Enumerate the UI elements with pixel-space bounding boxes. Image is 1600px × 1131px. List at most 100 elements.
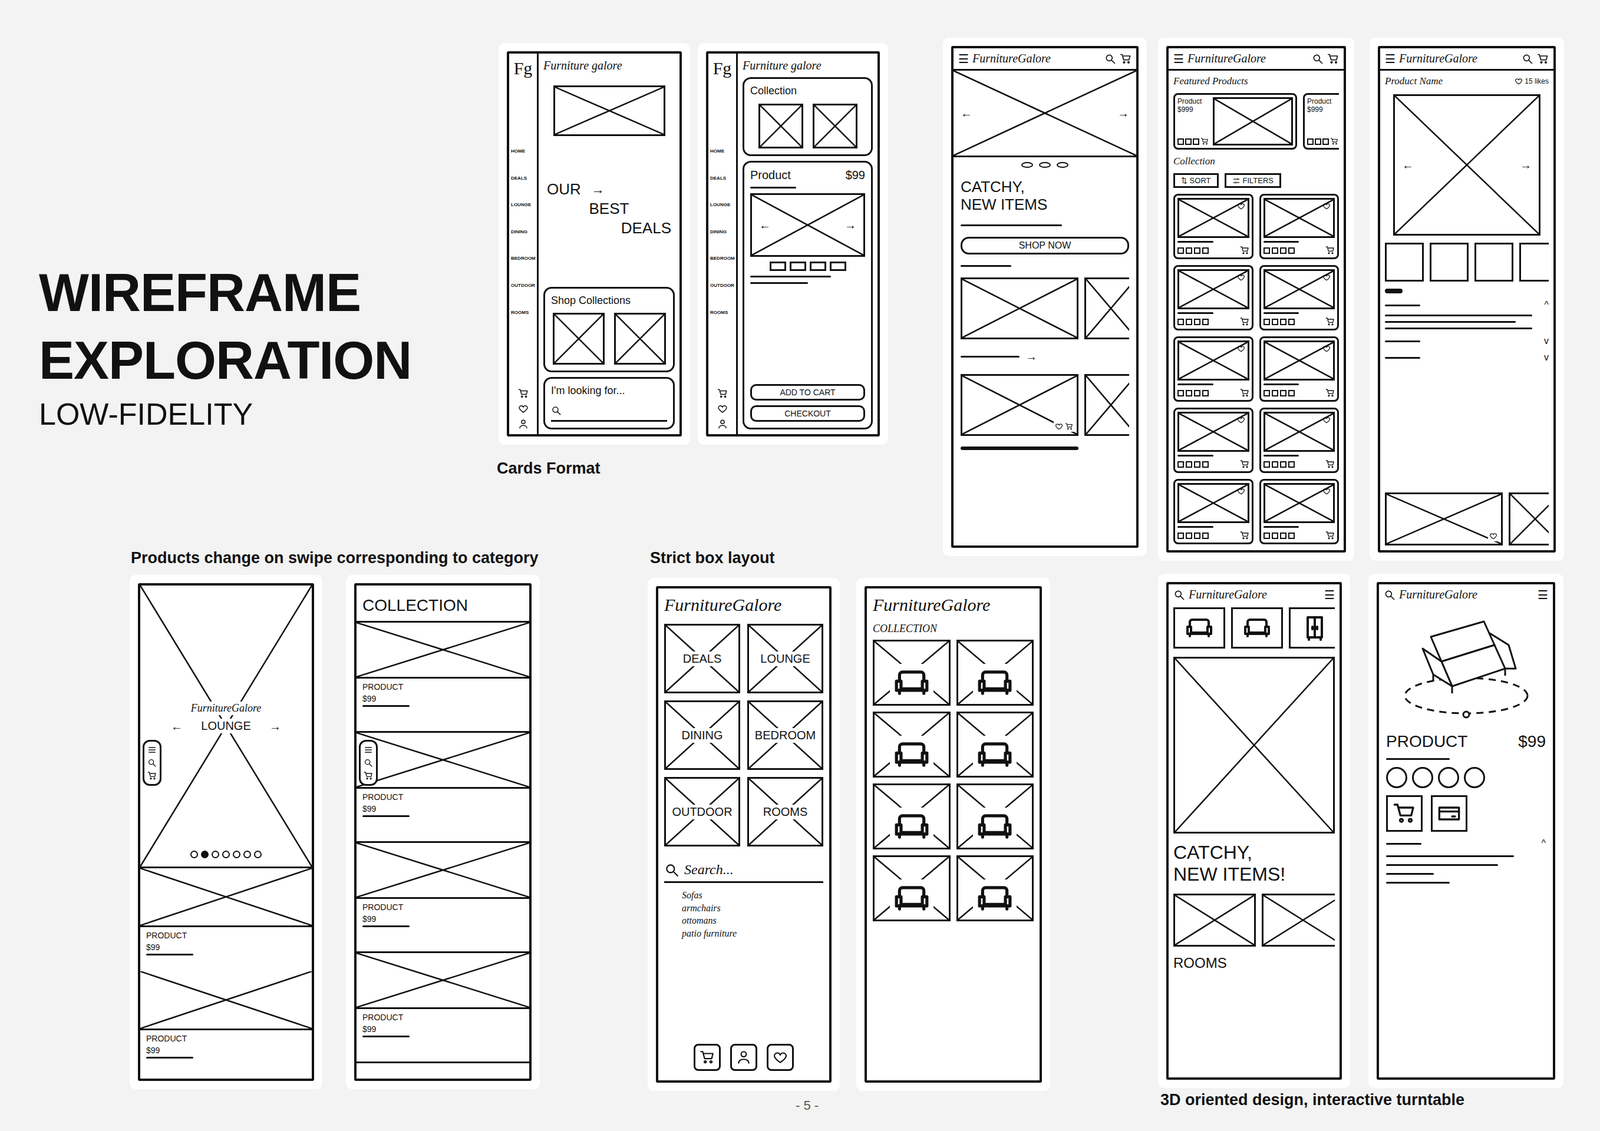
heart-icon	[1236, 202, 1246, 211]
swatch	[1193, 390, 1201, 397]
heart-icon	[1489, 532, 1498, 541]
sofa-icon	[893, 736, 930, 774]
arrow: ←	[1398, 157, 1418, 173]
cart-icon	[1239, 459, 1250, 470]
title-line: WIREFRAME	[38, 259, 412, 328]
product-price: $99	[845, 168, 866, 183]
scribble	[1386, 855, 1514, 858]
dot	[200, 850, 209, 859]
swatch	[1263, 318, 1270, 326]
likes-count: 15 likes	[1524, 77, 1549, 86]
toolbar: ⇅ SORTFILTERS	[1173, 173, 1339, 188]
swatch	[1177, 138, 1184, 145]
cart-icon	[1325, 388, 1335, 398]
swatch	[1288, 390, 1295, 397]
swatch	[1185, 532, 1193, 540]
search-card: I'm looking for...	[543, 377, 675, 430]
suggestion: armchairs	[681, 902, 824, 916]
swatch	[1288, 532, 1295, 540]
image-placeholder	[1177, 483, 1250, 524]
menu-button: ☰	[1537, 589, 1549, 602]
scribble	[750, 275, 831, 278]
person-icon	[518, 419, 529, 430]
search-label: I'm looking for...	[551, 384, 668, 398]
card-icon	[1437, 802, 1461, 826]
tile-label: LOUNGE	[756, 651, 814, 667]
sidebar: FgHOMEDEALSLOUNGEDININGBEDROOMOUTDOORROO…	[509, 53, 539, 435]
heart-icon	[1236, 344, 1246, 354]
card-title: Collection	[750, 84, 866, 98]
header: ☰FurnitureGalore	[1168, 48, 1344, 71]
image-placeholder	[1084, 374, 1130, 437]
featured-info: Product$999	[1177, 97, 1211, 146]
swatch	[1185, 138, 1192, 145]
scribble	[960, 265, 1012, 267]
swatch	[1322, 138, 1329, 145]
image-placeholder	[1177, 340, 1250, 381]
product-info: PRODUCT$99	[356, 678, 530, 734]
brand: Furniture galore	[742, 58, 873, 73]
dot	[243, 850, 252, 859]
scribble	[1263, 312, 1300, 315]
featured-info: Product$999	[1307, 97, 1339, 146]
product-card	[1259, 265, 1340, 331]
image-placeholder	[1263, 340, 1336, 381]
scribble	[960, 224, 1062, 227]
heart-icon	[1322, 487, 1331, 496]
person-icon	[717, 419, 728, 430]
card-footer	[1177, 137, 1211, 146]
product-name: PRODUCT	[362, 1013, 524, 1024]
sofa-figure	[889, 736, 934, 774]
dot	[232, 850, 241, 859]
thumbnail	[1519, 242, 1549, 282]
swatch	[1177, 247, 1184, 254]
person-icon	[736, 1050, 752, 1066]
cart-icon	[1536, 53, 1549, 65]
section-title: COLLECTION	[872, 622, 1034, 636]
arrow: →	[1516, 157, 1536, 173]
swatch	[1307, 138, 1314, 145]
image-placeholder	[1212, 97, 1293, 146]
cart-icon	[1119, 53, 1132, 65]
menu-button: ☰	[1384, 53, 1396, 65]
image-placeholder	[1173, 893, 1256, 948]
title-line: EXPLORATION	[38, 327, 412, 395]
product-name: Product	[1177, 97, 1211, 106]
deals-heading: OUR→BESTDEALS	[543, 136, 675, 283]
heart-icon	[717, 403, 728, 415]
menu-button: ☰	[1324, 589, 1335, 602]
product-price: $99	[362, 694, 524, 705]
thumbnail	[1474, 242, 1514, 282]
arrow: →	[1113, 106, 1133, 121]
cabinet-icon	[1300, 614, 1329, 643]
category-tile: BEDROOM	[747, 700, 824, 771]
menu-button: ☰	[1173, 53, 1184, 65]
swatch	[1177, 461, 1184, 468]
thumbnail	[769, 261, 787, 272]
button-group: ADD TO CARTCHECKOUT	[750, 384, 866, 422]
image-placeholder	[1263, 483, 1336, 524]
scribble	[1177, 312, 1214, 315]
chevron: ^	[1541, 839, 1546, 849]
scribble	[1386, 758, 1450, 761]
swatch	[1185, 461, 1193, 468]
scribble	[362, 925, 410, 928]
cart-icon	[1325, 245, 1335, 256]
product-card	[1259, 479, 1340, 545]
dot	[1038, 162, 1051, 168]
cart-icon	[1325, 317, 1335, 327]
scribble	[1384, 327, 1533, 330]
category-thumb	[1173, 607, 1226, 649]
image-placeholder	[1173, 657, 1335, 834]
bottom-bar	[664, 1044, 824, 1075]
image-placeholder	[553, 85, 666, 137]
dot	[1021, 162, 1034, 168]
swatch	[1288, 461, 1295, 468]
sidebar-item: LOUNGE	[710, 202, 731, 209]
image-placeholder	[614, 312, 666, 365]
page-number: - 5 -	[795, 1098, 819, 1114]
logo: Fg	[513, 58, 533, 78]
category-tile: OUTDOOR	[664, 777, 741, 847]
search-icon	[1383, 589, 1396, 602]
swatch	[1288, 318, 1295, 326]
